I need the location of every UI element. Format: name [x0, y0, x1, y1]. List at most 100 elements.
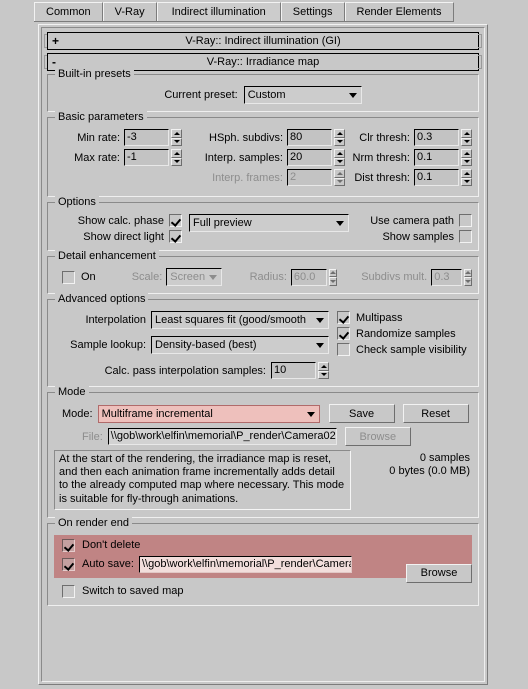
tab-render-elements[interactable]: Render Elements — [344, 2, 454, 21]
switch-to-saved-map-checkbox[interactable] — [62, 584, 75, 598]
current-preset-value: Custom — [247, 89, 286, 101]
check-sample-visibility-checkbox[interactable] — [337, 343, 350, 356]
calc-pass-row: Calc. pass interpolation samples: 10 — [54, 362, 329, 379]
interp-samples-row: Interp. samples: 20 — [182, 149, 345, 166]
calc-pass-spinner[interactable] — [318, 362, 329, 379]
basic-col-thresholds: Clr thresh: 0.3 Nrm thresh: 0.1 Dist thr… — [345, 129, 472, 189]
file-browse-button: Browse — [344, 427, 411, 446]
subdivs-mult-label: Subdivs mult. — [361, 271, 428, 283]
mode-description: At the start of the rendering, the irrad… — [54, 450, 351, 510]
advanced-right-column: Multipass Randomize samples Check sample… — [337, 311, 472, 356]
check-sample-visibility-row: Check sample visibility — [337, 343, 472, 356]
detail-enhancement-on-label: On — [81, 271, 96, 283]
reset-label: Reset — [421, 407, 450, 420]
dont-delete-label: Don't delete — [82, 539, 141, 552]
show-direct-light-checkbox[interactable] — [169, 230, 182, 243]
scale-dropdown: Screen — [166, 268, 222, 286]
tab-label: Indirect illumination — [171, 6, 266, 18]
bytes-stat: 0 bytes (0.0 MB) — [389, 465, 470, 478]
tab-strip: Common V-Ray Indirect illumination Setti… — [34, 2, 454, 22]
preview-dropdown-wrap: Full preview — [189, 214, 349, 232]
auto-save-label: Auto save: — [82, 558, 134, 571]
reset-button[interactable]: Reset — [402, 404, 469, 423]
group-label: Detail enhancement — [55, 250, 159, 262]
mode-dropdown[interactable]: Multiframe incremental — [97, 404, 320, 423]
auto-save-checkbox[interactable] — [62, 557, 75, 571]
max-rate-row: Max rate: -1 — [54, 149, 182, 166]
multipass-label: Multipass — [356, 311, 403, 324]
min-rate-spinner[interactable] — [171, 129, 182, 146]
group-advanced-options: Advanced options Interpolation Least squ… — [47, 293, 479, 387]
interpolation-label: Interpolation — [85, 314, 146, 326]
show-calc-phase-checkbox[interactable] — [169, 214, 182, 227]
chevron-down-icon — [208, 275, 217, 280]
min-rate-input[interactable]: -3 — [124, 129, 169, 146]
dist-thresh-label: Dist thresh: — [354, 171, 410, 184]
dist-thresh-input[interactable]: 0.1 — [414, 169, 459, 186]
clr-thresh-spinner[interactable] — [461, 129, 472, 146]
basic-parameters-grid: Min rate: -3 Max rate: -1 HSph. subdivs:… — [54, 129, 472, 189]
tab-label: Common — [46, 6, 91, 18]
nrm-thresh-label: Nrm thresh: — [352, 151, 410, 164]
randomize-samples-checkbox[interactable] — [337, 327, 350, 340]
current-preset-label: Current preset: — [164, 89, 238, 101]
mode-statistics: 0 samples 0 bytes (0.0 MB) — [351, 450, 472, 478]
options-left-column: Show calc. phase Show direct light — [54, 214, 182, 243]
calc-pass-input[interactable]: 10 — [271, 362, 316, 379]
dist-thresh-spinner[interactable] — [461, 169, 472, 186]
rollout-panel-inner: + V-Ray:: Indirect illumination (GI) - V… — [41, 27, 485, 682]
show-samples-row: Show samples — [382, 230, 472, 243]
interp-frames-input: 2 — [287, 169, 332, 186]
nrm-thresh-spinner[interactable] — [461, 149, 472, 166]
auto-save-path-input[interactable]: \\gob\work\elfin\memorial\P_render\Camer… — [138, 555, 352, 573]
tab-label: V-Ray — [114, 6, 145, 18]
interp-samples-spinner[interactable] — [334, 149, 345, 166]
radius-spinner — [329, 268, 338, 286]
options-row: Show calc. phase Show direct light Full … — [54, 214, 472, 243]
max-rate-label: Max rate: — [74, 151, 120, 164]
basic-col-rates: Min rate: -3 Max rate: -1 — [54, 129, 182, 189]
tab-indirect-illumination[interactable]: Indirect illumination — [156, 2, 281, 21]
sample-lookup-dropdown[interactable]: Density-based (best) — [151, 336, 329, 354]
dont-delete-checkbox[interactable] — [62, 538, 75, 552]
interp-frames-spinner — [334, 169, 345, 186]
radius-label: Radius: — [249, 271, 287, 283]
rollout-panel: + V-Ray:: Indirect illumination (GI) - V… — [38, 24, 488, 685]
interpolation-row: Interpolation Least squares fit (good/sm… — [54, 311, 329, 329]
show-samples-checkbox[interactable] — [459, 230, 472, 243]
hsph-subdivs-input[interactable]: 80 — [287, 129, 332, 146]
rollout-header-gi[interactable]: + V-Ray:: Indirect illumination (GI) — [47, 32, 479, 50]
max-rate-input[interactable]: -1 — [124, 149, 169, 166]
tab-common[interactable]: Common — [34, 2, 103, 21]
chevron-down-icon — [306, 411, 315, 417]
current-preset-row: Current preset: Custom — [54, 86, 472, 104]
auto-save-browse-button[interactable]: Browse — [406, 563, 472, 583]
interp-frames-label: Interp. frames: — [212, 171, 283, 184]
clr-thresh-row: Clr thresh: 0.3 — [345, 129, 472, 146]
current-preset-dropdown[interactable]: Custom — [243, 86, 362, 104]
multipass-checkbox[interactable] — [337, 311, 350, 324]
interpolation-dropdown[interactable]: Least squares fit (good/smooth — [151, 311, 329, 329]
preview-dropdown[interactable]: Full preview — [189, 214, 349, 232]
mode-description-row: At the start of the rendering, the irrad… — [54, 450, 472, 510]
nrm-thresh-input[interactable]: 0.1 — [414, 149, 459, 166]
max-rate-spinner[interactable] — [171, 149, 182, 166]
file-input: \\gob\work\elfin\memorial\P_render\Camer… — [107, 428, 337, 445]
group-label: Basic parameters — [55, 111, 147, 123]
interp-samples-input[interactable]: 20 — [287, 149, 332, 166]
show-calc-phase-row: Show calc. phase — [54, 214, 182, 227]
detail-enhancement-on-checkbox[interactable] — [62, 270, 75, 284]
hsph-subdivs-spinner[interactable] — [334, 129, 345, 146]
scale-label: Scale: — [131, 271, 163, 283]
options-right-column: Use camera path Show samples — [349, 214, 472, 243]
tab-vray[interactable]: V-Ray — [102, 2, 157, 21]
clr-thresh-input[interactable]: 0.3 — [414, 129, 459, 146]
group-label: Mode — [55, 386, 89, 398]
group-label: Advanced options — [55, 293, 149, 305]
tab-bar: Common V-Ray Indirect illumination Setti… — [0, 0, 528, 22]
switch-to-saved-map-row: Switch to saved map — [54, 584, 472, 598]
save-button[interactable]: Save — [328, 404, 395, 423]
use-camera-path-checkbox[interactable] — [459, 214, 472, 227]
browse-label: Browse — [420, 567, 458, 580]
tab-settings[interactable]: Settings — [280, 2, 345, 21]
